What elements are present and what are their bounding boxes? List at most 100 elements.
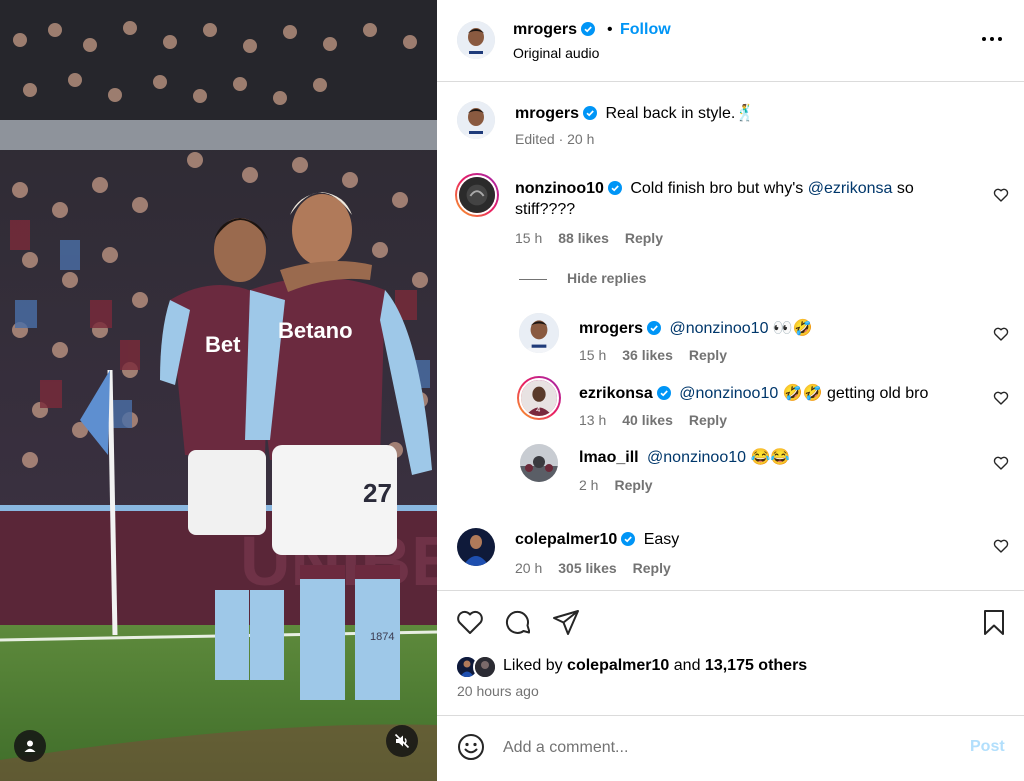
reply-username[interactable]: ezrikonsa — [579, 385, 653, 402]
comment-username[interactable]: colepalmer10 — [515, 531, 617, 548]
comment-avatar-colepalmer10[interactable] — [457, 528, 495, 566]
caption: mrogers Real back in style.🕺 — [515, 103, 995, 123]
header-separator: • — [607, 21, 613, 38]
emoji-icon[interactable] — [457, 733, 485, 761]
more-options-icon — [982, 37, 1002, 41]
comment-input[interactable] — [503, 734, 943, 762]
reply-button[interactable]: Reply — [689, 412, 727, 428]
hide-replies-button[interactable]: Hide replies — [519, 270, 646, 286]
heart-icon[interactable] — [993, 455, 1009, 471]
comment-meta: 15 h 88 likes Reply — [515, 230, 663, 246]
comment-icon[interactable] — [503, 607, 533, 637]
heart-icon[interactable] — [993, 538, 1009, 554]
post-actions: Liked by colepalmer10 and 13,175 others … — [437, 590, 1024, 715]
reply-meta: 15 h 36 likes Reply — [579, 347, 727, 363]
comment-avatar-nonzinoo10[interactable] — [455, 173, 499, 217]
verified-badge-icon — [647, 321, 662, 335]
liked-by-prefix: Liked by — [503, 657, 568, 674]
reply-text: 🤣🤣 getting old bro — [778, 385, 929, 402]
svg-text:1874: 1874 — [370, 631, 394, 643]
reply-time: 13 h — [579, 412, 607, 428]
reply: lmao_ill @nonzinoo10 😂😂 — [579, 447, 999, 467]
post-comment-button[interactable]: Post — [970, 738, 1005, 756]
post-details-panel: mrogers • Follow Original audio mrogers … — [437, 0, 1024, 781]
caption-author-avatar[interactable] — [457, 101, 495, 139]
post-timestamp[interactable]: 20 hours ago — [457, 683, 539, 699]
reply-meta: 13 h 40 likes Reply — [579, 412, 727, 428]
reply-text: 😂😂 — [746, 449, 791, 466]
reply-avatar-lmao_ill[interactable] — [520, 444, 558, 482]
heart-icon[interactable] — [993, 390, 1009, 406]
comment-username[interactable]: nonzinoo10 — [515, 180, 604, 197]
reply-mention[interactable]: @nonzinoo10 — [647, 449, 746, 466]
like-heart-icon[interactable] — [455, 607, 485, 637]
comment-time: 15 h — [515, 230, 543, 246]
hide-replies-label: Hide replies — [567, 270, 647, 286]
add-comment-bar: Post — [437, 715, 1024, 781]
reply-meta: 2 h Reply — [579, 477, 653, 493]
reply-likes[interactable]: 40 likes — [622, 412, 673, 428]
caption-meta: Edited · 20 h — [515, 131, 595, 147]
follow-button[interactable]: Follow — [620, 21, 671, 39]
caption-text: Real back in style.🕺 — [605, 105, 756, 122]
original-audio-link[interactable]: Original audio — [513, 45, 599, 61]
video-frame: UNIBET Bet 27 1 — [0, 0, 437, 781]
liker-avatar — [473, 655, 497, 679]
comment-text: Easy — [643, 531, 680, 548]
comment: colepalmer10 Easy — [515, 531, 985, 549]
verified-badge-icon — [581, 22, 596, 36]
heart-icon[interactable] — [993, 187, 1009, 203]
comment-text-line2: stiff???? — [515, 201, 576, 218]
verified-badge-icon — [621, 532, 636, 546]
verified-badge-icon — [583, 106, 598, 120]
comment-text-tail: so — [892, 180, 914, 197]
svg-text:Bet: Bet — [205, 332, 241, 357]
mute-toggle-button[interactable] — [386, 725, 418, 757]
liked-by-user[interactable]: colepalmer10 — [567, 657, 669, 674]
share-icon[interactable] — [551, 607, 581, 637]
reply-button[interactable]: Reply — [625, 230, 663, 246]
reply-avatar-mrogers[interactable] — [519, 313, 559, 353]
divider-line — [519, 278, 547, 280]
more-options-button[interactable] — [977, 24, 1007, 54]
reply-username[interactable]: mrogers — [579, 320, 643, 337]
comment-meta: 20 h 305 likes Reply — [515, 560, 671, 576]
reply: ezrikonsa @nonzinoo10 🤣🤣 getting old bro — [579, 383, 999, 403]
verified-badge-icon — [656, 386, 671, 400]
reply-time: 15 h — [579, 347, 607, 363]
post-media[interactable]: UNIBET Bet 27 1 — [0, 0, 437, 781]
liked-by-others[interactable]: 13,175 others — [705, 657, 807, 674]
comment-mention[interactable]: @ezrikonsa — [808, 180, 893, 197]
muted-speaker-icon — [394, 733, 410, 749]
bookmark-icon[interactable] — [979, 607, 1009, 637]
verified-badge-icon — [607, 181, 622, 195]
reply-text: 👀🤣 — [768, 320, 813, 337]
reply-username[interactable]: lmao_ill — [579, 449, 639, 466]
user-tag-icon — [24, 740, 36, 752]
svg-text:27: 27 — [363, 478, 392, 508]
reply-button[interactable]: Reply — [633, 560, 671, 576]
reply-time: 2 h — [579, 477, 599, 493]
author-username[interactable]: mrogers — [513, 21, 596, 39]
reply: mrogers @nonzinoo10 👀🤣 — [579, 318, 979, 338]
reply-avatar-ezrikonsa[interactable]: 4 — [517, 376, 561, 420]
comment: nonzinoo10 Cold finish bro but why's @ez… — [515, 178, 985, 220]
reply-likes[interactable]: 36 likes — [622, 347, 673, 363]
liked-by: Liked by colepalmer10 and 13,175 others — [503, 657, 807, 675]
reply-mention[interactable]: @nonzinoo10 — [669, 320, 768, 337]
author-avatar[interactable] — [457, 21, 495, 59]
reply-mention[interactable]: @nonzinoo10 — [679, 385, 778, 402]
liked-by-middle: and — [669, 657, 705, 674]
comment-time: 20 h — [515, 560, 543, 576]
svg-text:4: 4 — [536, 405, 540, 414]
reply-button[interactable]: Reply — [614, 477, 652, 493]
comment-likes[interactable]: 88 likes — [558, 230, 609, 246]
heart-icon[interactable] — [993, 326, 1009, 342]
reply-button[interactable]: Reply — [689, 347, 727, 363]
comment-likes[interactable]: 305 likes — [558, 560, 616, 576]
post-header: mrogers • Follow Original audio — [437, 0, 1024, 82]
comment-text: Cold finish bro but why's — [630, 180, 808, 197]
svg-text:Betano: Betano — [278, 318, 353, 343]
caption-username[interactable]: mrogers — [515, 105, 579, 122]
user-tags-button[interactable] — [14, 730, 46, 762]
